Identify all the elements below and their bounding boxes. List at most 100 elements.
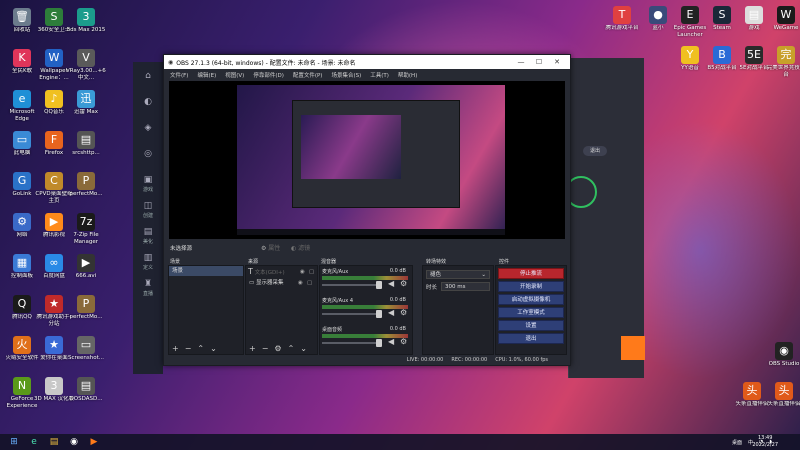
bg-app-sidebar-item[interactable]: ▥ 定义 xyxy=(135,252,161,276)
desktop-icon[interactable]: 完完美世界竞技平台 xyxy=(766,44,800,84)
source-properties-icon[interactable]: ⚙ 属性 xyxy=(261,243,280,252)
remove-scene-button[interactable]: − xyxy=(185,344,192,353)
source-item[interactable]: ▭ 显示器采集 ◉ ▢ xyxy=(246,278,317,288)
bg-app-sidebar-icon: ♜ xyxy=(143,279,153,289)
volume-slider-handle[interactable] xyxy=(376,339,382,347)
add-source-button[interactable]: + xyxy=(249,344,256,353)
move-up-icon[interactable]: ⌃ xyxy=(197,344,204,353)
volume-slider-handle[interactable] xyxy=(376,281,382,289)
source-label: 显示器采集 xyxy=(255,280,284,286)
desktop-icon[interactable]: PperfectMo... xyxy=(66,293,106,333)
menu-item[interactable]: 视图(V) xyxy=(225,71,244,79)
lock-icon[interactable]: ▢ xyxy=(307,278,312,288)
desktop-icon[interactable]: 7z 7-Zip File Manager xyxy=(66,211,106,251)
desktop-icon-label: 7-Zip File Manager xyxy=(73,232,99,245)
gear-icon[interactable]: ⚙ xyxy=(400,279,407,288)
desktop-icon[interactable]: ◉ OBS Studio xyxy=(764,340,800,380)
control-button[interactable]: 启动虚拟摄像机 xyxy=(498,294,564,305)
bg-app-sidebar-item[interactable]: ◫ 创建 xyxy=(135,200,161,224)
desktop-icon-label: perfectMo... xyxy=(69,314,103,320)
bg-app-sidebar-item[interactable]: ♜ 直播 xyxy=(135,278,161,302)
volume-slider-handle[interactable] xyxy=(376,310,382,318)
maximize-button[interactable]: ☐ xyxy=(530,58,548,66)
app-icon: C xyxy=(45,172,63,190)
windows-start-icon[interactable]: ⊞ xyxy=(8,436,20,448)
obs-preview[interactable] xyxy=(169,81,565,239)
bg-app-sidebar-label: 直播 xyxy=(142,291,153,297)
bg-app-sidebar-item[interactable]: ▤ 美化 xyxy=(135,226,161,250)
desktop-icon[interactable]: V VRay3.00...+64 中文... xyxy=(66,47,106,87)
menu-item[interactable]: 帮助(H) xyxy=(398,71,417,79)
speaker-icon[interactable]: ◀ xyxy=(388,337,394,346)
minimize-button[interactable]: — xyxy=(512,58,530,66)
menu-item[interactable]: 工具(T) xyxy=(370,71,389,79)
menu-item[interactable]: 编辑(E) xyxy=(197,71,216,79)
desktop-icon-label: 3ds Max 2015 xyxy=(66,27,106,33)
gear-icon[interactable]: ⚙ xyxy=(400,308,407,317)
mixer-channel-db: 0.0 dB xyxy=(389,326,406,332)
bg-app-exit-button[interactable]: 退出 xyxy=(583,146,607,156)
app-icon: 7z xyxy=(77,213,95,231)
source-filters-icon[interactable]: ◐ 滤镜 xyxy=(291,243,310,252)
control-button[interactable]: 工作室模式 xyxy=(498,307,564,318)
desktop-icon-label: 头条直播伴侣 xyxy=(767,401,800,407)
control-button[interactable]: 设置 xyxy=(498,320,564,331)
desktop-icon[interactable]: ▶ 666.avi xyxy=(66,252,106,292)
move-down-icon[interactable]: ⌄ xyxy=(300,344,307,353)
desktop-icon[interactable]: W WeGame xyxy=(766,4,800,44)
obs-taskbar-icon[interactable]: ◉ xyxy=(68,436,80,448)
scene-item[interactable]: 场景 xyxy=(169,266,243,276)
control-button[interactable]: 停止推流 xyxy=(498,268,564,279)
control-button[interactable]: 退出 xyxy=(498,333,564,344)
desktop-icon[interactable]: ▤ DOSDASD... xyxy=(66,375,106,415)
file-explorer-icon[interactable]: ▤ xyxy=(48,436,60,448)
gear-icon[interactable]: ⚙ xyxy=(400,337,407,346)
menu-item[interactable]: 文件(F) xyxy=(170,71,188,79)
desktop-icon[interactable]: 头头条直播伴侣 xyxy=(764,380,800,420)
menu-item[interactable]: 配置文件(P) xyxy=(293,71,323,79)
desktop-icon[interactable]: PperfectMo... xyxy=(66,170,106,210)
text-source-row[interactable]: T 文本(GDI+) ◉ ▢ xyxy=(246,266,317,278)
speaker-icon[interactable]: ◀ xyxy=(388,279,394,288)
desktop-icon[interactable]: T 腾讯游戏平台 xyxy=(602,4,642,44)
edge-taskbar-icon[interactable]: e xyxy=(28,436,40,448)
bg-app-sidebar-icon: ◎ xyxy=(144,149,152,159)
app-icon: ▤ xyxy=(77,131,95,149)
app-icon: ◉ xyxy=(775,342,793,360)
visibility-eye-icon[interactable]: ◉ xyxy=(298,278,303,288)
menu-item[interactable]: 场景集合(S) xyxy=(331,71,361,79)
volume-slider[interactable] xyxy=(322,342,378,344)
bg-app-orange-button[interactable] xyxy=(621,336,645,360)
speaker-icon[interactable]: ◀ xyxy=(388,308,394,317)
desktop-icon[interactable]: 迅迅雷 Max xyxy=(66,88,106,128)
bg-app-sidebar-item[interactable]: ◐ xyxy=(135,96,161,120)
close-button[interactable]: ✕ xyxy=(548,58,566,66)
control-button[interactable]: 开始录制 xyxy=(498,281,564,292)
move-up-icon[interactable]: ⌃ xyxy=(288,344,295,353)
bg-app-sidebar-label: 创建 xyxy=(142,213,153,219)
desktop-icon[interactable]: ▤ srcshttp... xyxy=(66,129,106,169)
move-down-icon[interactable]: ⌄ xyxy=(210,344,217,353)
transition-select[interactable]: 褪色 ⌄ xyxy=(426,270,490,279)
taskbar-clock[interactable]: 13:49 2022/2/27 xyxy=(752,435,778,449)
desktop-icon[interactable]: ▭ Screenshot... xyxy=(66,334,106,374)
volume-slider[interactable] xyxy=(322,284,378,286)
volume-slider[interactable] xyxy=(322,313,378,315)
transition-duration-input[interactable]: 300 ms xyxy=(441,282,490,291)
source-settings-icon[interactable]: ⚙ xyxy=(274,344,281,353)
desktop-label[interactable]: 桌面 xyxy=(732,439,742,446)
add-scene-button[interactable]: + xyxy=(172,344,179,353)
cpu-status: CPU: 1.0%, 60.00 fps xyxy=(495,357,548,363)
live-app-taskbar-icon[interactable]: ▶ xyxy=(88,436,100,448)
bg-app-sidebar-item[interactable]: ◎ xyxy=(135,148,161,172)
bg-app-sidebar-item[interactable]: ◈ xyxy=(135,122,161,146)
bg-app-sidebar-icon: ◐ xyxy=(144,97,152,107)
visibility-eye-icon[interactable]: ◉ xyxy=(300,266,305,278)
bg-app-sidebar-item[interactable]: ▣ 游戏 xyxy=(135,174,161,198)
menu-item[interactable]: 停靠部件(D) xyxy=(253,71,284,79)
remove-source-button[interactable]: − xyxy=(262,344,269,353)
desktop-icon[interactable]: 3 3ds Max 2015 xyxy=(66,6,106,46)
bg-app-sidebar-item[interactable]: ⌂ xyxy=(135,70,161,94)
app-icon: Y xyxy=(681,46,699,64)
lock-icon[interactable]: ▢ xyxy=(309,266,314,278)
